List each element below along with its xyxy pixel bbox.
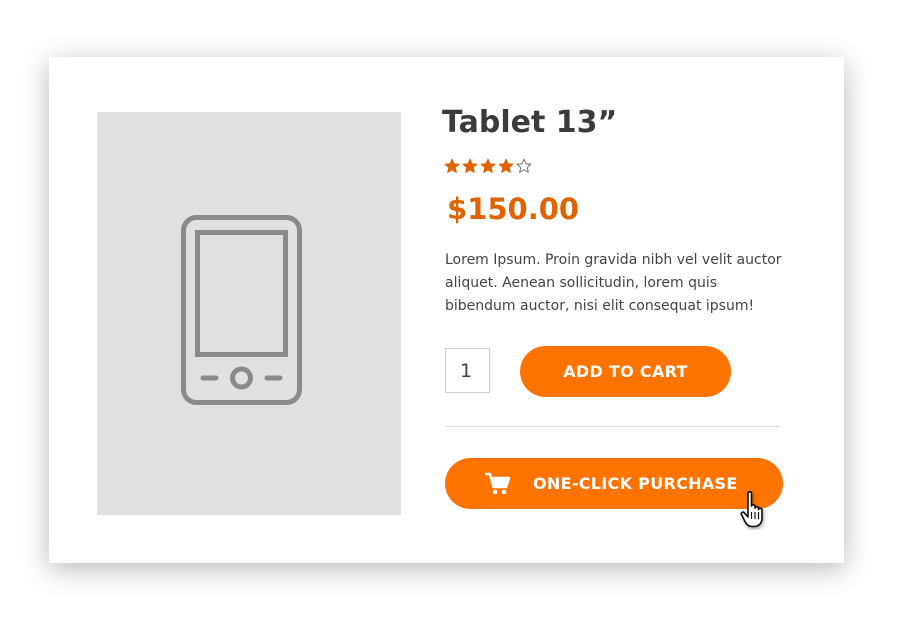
add-to-cart-button[interactable]: ADD TO CART: [520, 346, 731, 397]
star-filled-icon: [444, 158, 460, 173]
hand-pointer-icon: [740, 491, 763, 528]
one-click-purchase-label: ONE-CLICK PURCHASE: [533, 474, 738, 493]
quantity-input[interactable]: [445, 348, 490, 393]
product-price: $150.00: [447, 192, 580, 226]
product-card: Tablet 13” $150.00 Lorem Ipsum. Proin gr…: [49, 57, 844, 563]
cart-icon: [485, 472, 511, 495]
one-click-purchase-button[interactable]: ONE-CLICK PURCHASE: [445, 458, 783, 509]
star-filled-icon: [462, 158, 478, 173]
product-title: Tablet 13”: [442, 105, 618, 140]
star-empty-icon: [516, 158, 532, 173]
product-description: Lorem Ipsum. Proin gravida nibh vel veli…: [445, 252, 782, 314]
tablet-icon: [181, 215, 302, 405]
star-rating: [444, 158, 532, 174]
product-image: [97, 112, 401, 515]
divider: [446, 426, 780, 427]
star-filled-icon: [498, 158, 514, 173]
star-filled-icon: [480, 158, 496, 173]
